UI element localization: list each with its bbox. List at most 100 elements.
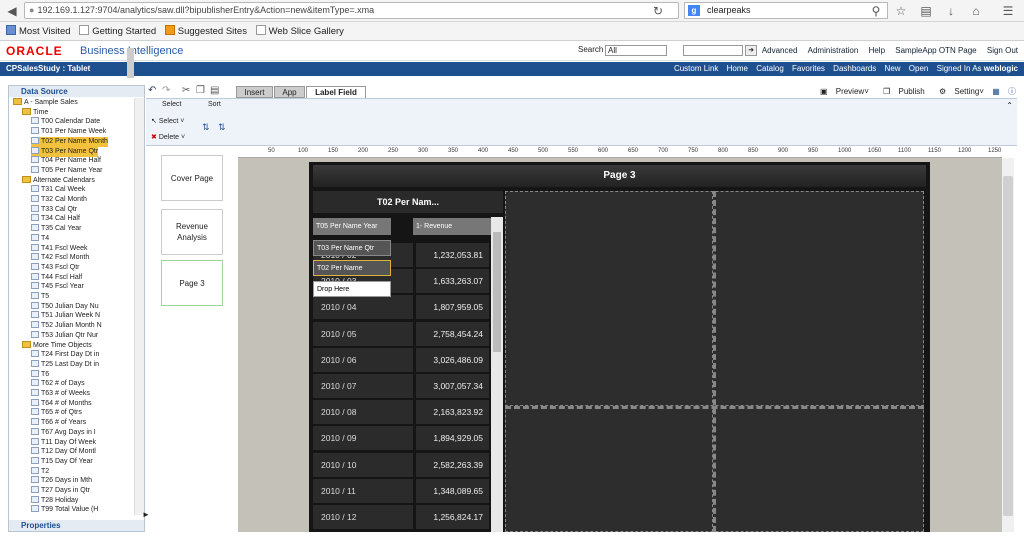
home-icon[interactable]: ⌂ [968, 3, 984, 19]
page-thumb-page3[interactable]: Page 3 [161, 260, 223, 306]
tree-scroll-thumb[interactable] [127, 48, 134, 78]
collapse-ribbon-icon[interactable]: ⌃ [1006, 101, 1013, 110]
tree-item[interactable]: T62 # of Days [31, 379, 85, 389]
reload-icon[interactable]: ↻ [650, 3, 666, 19]
tree-item[interactable]: T05 Per Name Year [31, 165, 102, 176]
tree-scrollbar[interactable] [134, 98, 144, 515]
tree-item[interactable]: T64 # of Months [31, 398, 92, 409]
column-header-revenue[interactable]: 1- Revenue [413, 218, 491, 235]
tree-item[interactable]: T25 Last Day Dt in [31, 359, 99, 370]
table-scroll-thumb[interactable] [493, 232, 501, 352]
tree-item[interactable]: T41 Fscl Week [31, 243, 88, 254]
page-thumb-revenue[interactable]: Revenue Analysis [161, 209, 223, 255]
tree-item[interactable]: T34 Cal Half [31, 214, 80, 224]
link-sign-out[interactable]: Sign Out [987, 46, 1018, 55]
tab-app[interactable]: App [274, 86, 305, 98]
tree-item[interactable]: T2 [31, 466, 49, 477]
tree-item[interactable]: T02 Per Name Month [31, 136, 108, 147]
table-row[interactable]: 2010 / 06 3,026,486.09 [313, 347, 489, 374]
tree-item[interactable]: T99 Total Value (H [31, 505, 98, 515]
tree-item[interactable]: T50 Julian Day Nu [31, 301, 99, 312]
preview-button[interactable]: ▣ Preview˅ [814, 87, 869, 96]
undo-icon[interactable]: ↶ [148, 85, 156, 96]
redo-icon[interactable]: ↷ [162, 85, 170, 96]
tree-item[interactable]: T33 Cal Qtr [31, 204, 77, 215]
save-icon[interactable]: ▦ [992, 87, 1000, 96]
tree-item[interactable]: T12 Day Of Montl [31, 447, 96, 457]
tree-item[interactable]: T04 Per Name Half [31, 156, 101, 166]
tree-item[interactable]: T52 Julian Month N [31, 321, 102, 331]
sort-descending-icon[interactable]: ⇅ [218, 122, 226, 133]
tree-folder[interactable]: Time [22, 107, 48, 118]
link-administration[interactable]: Administration [808, 46, 859, 55]
search-icon[interactable]: ⚲ [868, 3, 884, 19]
tree-item[interactable]: T31 Cal Week [31, 185, 85, 195]
drop-here-target[interactable]: Drop Here [313, 281, 391, 297]
header-search-input[interactable] [683, 45, 743, 56]
tree-folder[interactable]: A - Sample Sales [13, 98, 78, 108]
tree-item[interactable]: T51 Julian Week N [31, 311, 100, 321]
delete-button[interactable]: ✖ Delete ˅ [151, 133, 185, 141]
tree-item[interactable]: T44 Fscl Half [31, 272, 82, 283]
tree-item[interactable]: T5 [31, 292, 49, 302]
tab-insert[interactable]: Insert [236, 86, 273, 98]
search-scope-select[interactable]: All [605, 45, 667, 56]
url-bar[interactable]: ● 192.169.1.127:9704/analytics/saw.dll?bi… [24, 2, 679, 19]
page-thumb-cover[interactable]: Cover Page [161, 155, 223, 201]
nav-custom-link[interactable]: Custom Link [674, 64, 718, 73]
drag-item-qtr[interactable]: T03 Per Name Qtr [313, 240, 391, 256]
back-arrow-icon[interactable]: ◀ [4, 3, 20, 19]
nav-dashboards[interactable]: Dashboards [833, 64, 876, 73]
page-title[interactable]: Page 3 [313, 165, 926, 187]
tree-item[interactable]: T27 Days in Qtr [31, 486, 90, 496]
tree-item[interactable]: T6 [31, 369, 49, 380]
tree-item[interactable]: T24 First Day Dt in [31, 350, 99, 360]
data-source-header[interactable]: Data Source [9, 86, 144, 97]
tree-item[interactable]: T65 # of Qtrs [31, 408, 82, 418]
layout-grid[interactable] [505, 191, 924, 532]
table-row[interactable]: 2010 / 04 1,807,959.05 [313, 295, 489, 321]
tree-item[interactable]: T45 Fscl Year [31, 282, 84, 292]
table-row[interactable]: 2010 / 05 2,758,454.24 [313, 321, 489, 348]
table-row[interactable]: 2010 / 12 1,256,824.17 [313, 505, 489, 531]
sort-ascending-icon[interactable]: ⇅ [202, 122, 210, 133]
copy-icon[interactable]: ❐ [196, 85, 205, 96]
nav-new[interactable]: New [885, 64, 901, 73]
tree-item[interactable]: T63 # of Weeks [31, 389, 90, 399]
tree-item[interactable]: T03 Per Name Qtr [31, 146, 99, 157]
link-advanced[interactable]: Advanced [762, 46, 798, 55]
tree-item[interactable]: T67 Avg Days in I [31, 427, 96, 438]
bookmark-most-visited[interactable]: Most Visited [6, 22, 71, 41]
nav-catalog[interactable]: Catalog [756, 64, 784, 73]
table-row[interactable]: 2010 / 10 2,582,263.39 [313, 452, 489, 479]
column-header-year[interactable]: T05 Per Name Year [313, 218, 391, 235]
tree-item[interactable]: T35 Cal Year [31, 224, 81, 234]
properties-header[interactable]: Properties [9, 520, 144, 531]
tree-item[interactable]: T11 Day Of Week [31, 437, 96, 448]
nav-home[interactable]: Home [727, 64, 748, 73]
tree-item[interactable]: T43 Fscl Qtr [31, 262, 80, 273]
tree-item[interactable]: T00 Calendar Date [31, 117, 100, 127]
tree-item[interactable]: T66 # of Years [31, 418, 86, 428]
signed-in-user[interactable]: weblogic [984, 64, 1018, 73]
tree-folder[interactable]: More Time Objects [22, 340, 92, 351]
bookmark-suggested-sites[interactable]: Suggested Sites [164, 22, 247, 41]
tree-item[interactable]: T15 Day Of Year [31, 456, 93, 467]
splitter-handle[interactable]: ► [142, 510, 150, 519]
tree-item[interactable]: T26 Days in Mth [31, 476, 92, 486]
link-sampleapp[interactable]: SampleApp OTN Page [895, 46, 976, 55]
nav-open[interactable]: Open [909, 64, 929, 73]
menu-icon[interactable]: ☰ [1000, 3, 1016, 19]
clipboard-icon[interactable]: ▤ [918, 3, 934, 19]
drag-item-name[interactable]: T02 Per Name [313, 260, 391, 276]
star-icon[interactable]: ☆ [893, 3, 909, 19]
tab-label-field[interactable]: Label Field [306, 86, 366, 98]
table-row[interactable]: 2010 / 07 3,007,057.34 [313, 374, 489, 400]
select-button[interactable]: ↖ Select ˅ [151, 117, 184, 125]
download-icon[interactable]: ↓ [943, 3, 959, 19]
tree-item[interactable]: T32 Cal Month [31, 195, 87, 205]
table-row[interactable]: 2010 / 11 1,348,089.65 [313, 478, 489, 505]
paste-icon[interactable]: ▤ [210, 85, 219, 96]
cut-icon[interactable]: ✂ [182, 85, 190, 96]
tree-item[interactable]: T42 Fscl Month [31, 253, 89, 263]
